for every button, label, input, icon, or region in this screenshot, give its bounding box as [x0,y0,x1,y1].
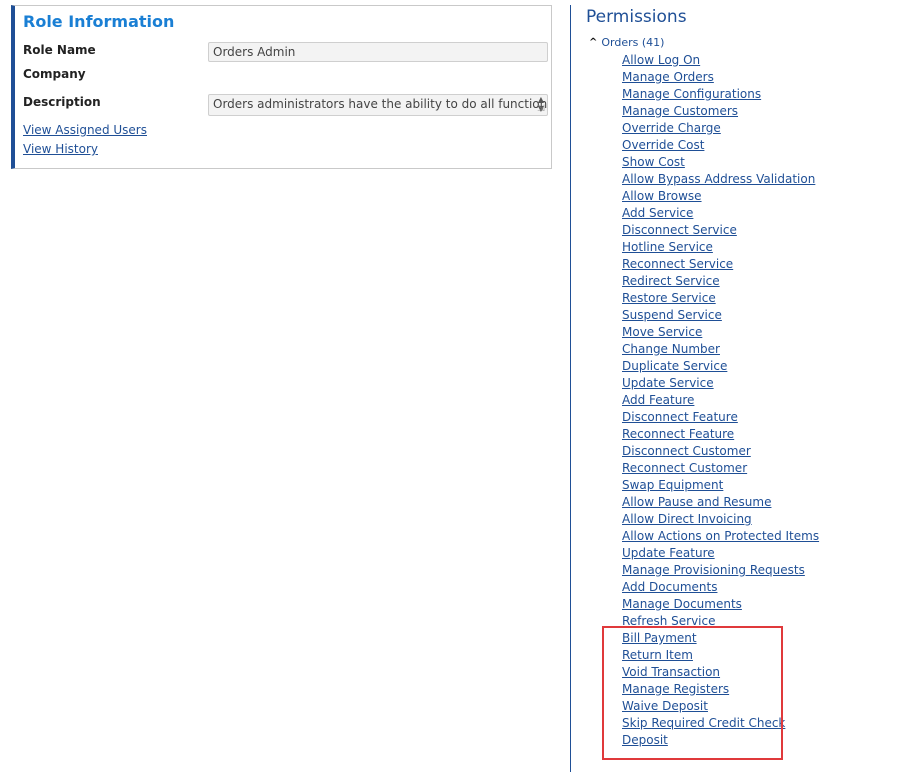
view-assigned-users-link[interactable]: View Assigned Users [23,123,147,137]
description-text: Orders administrators have the ability t… [213,97,548,111]
permission-item[interactable]: Manage Customers [622,103,819,120]
permission-item[interactable]: Override Charge [622,120,819,137]
role-information-panel: Role Information Role Name Orders Admin … [11,5,552,169]
permission-item[interactable]: Swap Equipment [622,477,819,494]
permission-item[interactable]: Restore Service [622,290,819,307]
permission-item[interactable]: Manage Orders [622,69,819,86]
permission-item[interactable]: Redirect Service [622,273,819,290]
permission-item[interactable]: Allow Log On [622,52,819,69]
permission-item[interactable]: Disconnect Customer [622,443,819,460]
permission-item[interactable]: Override Cost [622,137,819,154]
permission-item[interactable]: Deposit [622,732,819,749]
description-label: Description [23,95,101,109]
permission-item[interactable]: Manage Registers [622,681,819,698]
permission-item[interactable]: Show Cost [622,154,819,171]
permission-item[interactable]: Skip Required Credit Check [622,715,819,732]
permission-item[interactable]: Void Transaction [622,664,819,681]
permission-item[interactable]: Waive Deposit [622,698,819,715]
permission-item[interactable]: Add Documents [622,579,819,596]
permission-item[interactable]: Refresh Service [622,613,819,630]
permission-item[interactable]: Allow Direct Invoicing [622,511,819,528]
permission-item[interactable]: Reconnect Customer [622,460,819,477]
role-name-field[interactable]: Orders Admin [208,42,548,62]
permission-item[interactable]: Bill Payment [622,630,819,647]
permission-item[interactable]: Manage Provisioning Requests [622,562,819,579]
resize-grip-icon[interactable]: ⇲ [536,104,546,114]
permission-item[interactable]: Disconnect Service [622,222,819,239]
permission-item[interactable]: Change Number [622,341,819,358]
permission-item[interactable]: Update Service [622,375,819,392]
orders-group-toggle[interactable]: ^ Orders (41) [589,36,664,49]
permission-item[interactable]: Allow Bypass Address Validation [622,171,819,188]
permission-item[interactable]: Allow Actions on Protected Items [622,528,819,545]
role-name-label: Role Name [23,43,96,57]
permission-item[interactable]: Return Item [622,647,819,664]
permission-item[interactable]: Disconnect Feature [622,409,819,426]
permission-list: Allow Log On Manage Orders Manage Config… [622,52,819,749]
permission-item[interactable]: Add Service [622,205,819,222]
view-history-link[interactable]: View History [23,142,98,156]
permission-item[interactable]: Duplicate Service [622,358,819,375]
panel-divider [570,5,571,772]
company-label: Company [23,67,86,81]
orders-group-label: Orders (41) [601,36,665,49]
permission-item[interactable]: Suspend Service [622,307,819,324]
permission-item[interactable]: Reconnect Feature [622,426,819,443]
chevron-up-icon: ^ [589,37,598,48]
permission-item[interactable]: Move Service [622,324,819,341]
role-information-title: Role Information [23,12,175,31]
permissions-title: Permissions [586,7,687,27]
permission-item[interactable]: Manage Documents [622,596,819,613]
permission-item[interactable]: Update Feature [622,545,819,562]
description-field[interactable]: Orders administrators have the ability t… [208,94,548,116]
permission-item[interactable]: Reconnect Service [622,256,819,273]
permission-item[interactable]: Hotline Service [622,239,819,256]
permission-item[interactable]: Add Feature [622,392,819,409]
permission-item[interactable]: Allow Browse [622,188,819,205]
permission-item[interactable]: Allow Pause and Resume [622,494,819,511]
permission-item[interactable]: Manage Configurations [622,86,819,103]
